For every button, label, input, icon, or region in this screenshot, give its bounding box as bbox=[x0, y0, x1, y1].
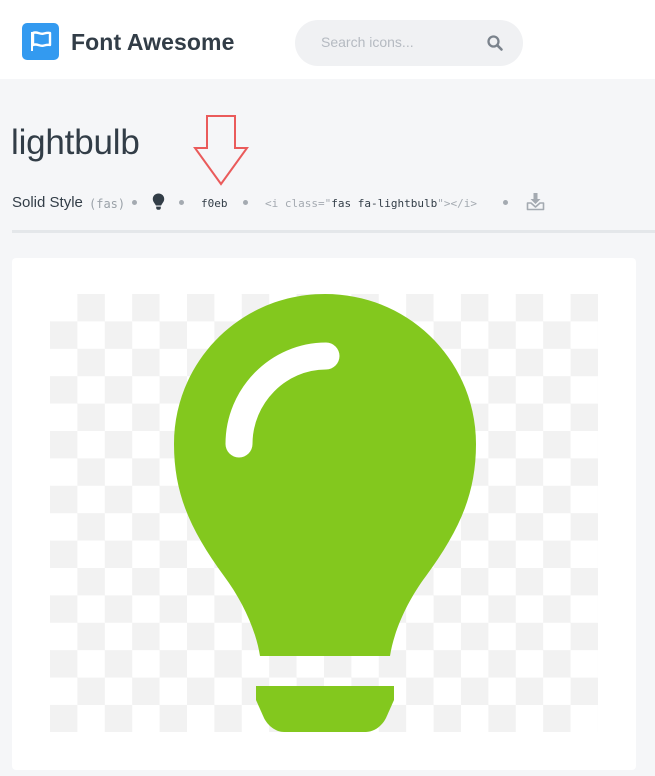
separator-dot bbox=[179, 200, 184, 205]
icon-details: Solid Style (fas) f0eb <i class="fas fa-… bbox=[12, 193, 652, 213]
separator-dot bbox=[132, 200, 137, 205]
flag-icon[interactable] bbox=[22, 23, 59, 60]
snippet-class: fas fa-lightbulb bbox=[331, 197, 438, 210]
search-bar[interactable] bbox=[295, 20, 523, 66]
search-icon[interactable] bbox=[486, 34, 504, 57]
style-prefix: (fas) bbox=[89, 197, 126, 211]
separator-dot bbox=[503, 200, 508, 205]
separator-dot bbox=[243, 200, 248, 205]
top-bar: Font Awesome bbox=[0, 0, 655, 79]
lightbulb-icon[interactable] bbox=[152, 193, 165, 215]
snippet-open: <i class=" bbox=[265, 197, 332, 210]
icon-preview-card bbox=[12, 258, 636, 770]
arrow-down-icon bbox=[193, 114, 249, 191]
lightbulb-icon bbox=[170, 294, 480, 739]
page-title: lightbulb bbox=[11, 123, 140, 162]
divider bbox=[12, 230, 655, 233]
brand-name[interactable]: Font Awesome bbox=[71, 29, 235, 56]
download-icon[interactable] bbox=[526, 192, 545, 216]
unicode-value[interactable]: f0eb bbox=[201, 197, 228, 210]
snippet-close: "></i> bbox=[437, 197, 477, 210]
style-name: Solid Style bbox=[12, 194, 83, 211]
html-snippet[interactable]: <i class="fas fa-lightbulb"></i> bbox=[265, 197, 477, 210]
search-input[interactable] bbox=[321, 34, 481, 50]
